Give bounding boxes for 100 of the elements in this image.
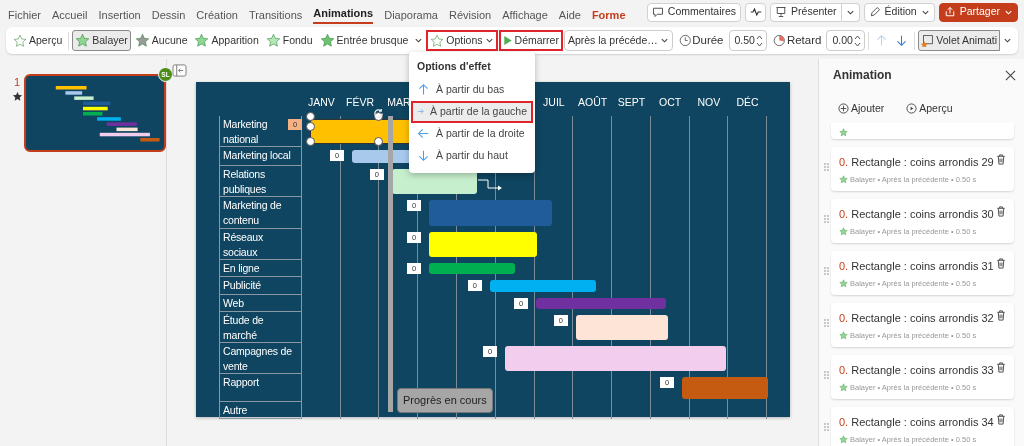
delay-label: Retard xyxy=(786,32,822,48)
present-button[interactable]: Présenter xyxy=(770,2,842,22)
ribbon-tab[interactable]: Affichage xyxy=(502,5,548,24)
trash-icon[interactable] xyxy=(996,362,1006,373)
collapse-panel-icon[interactable] xyxy=(172,64,187,77)
animation-item-title: 0. Rectangle : coins arrondis 30 xyxy=(839,207,994,222)
star-preview-icon xyxy=(13,33,27,48)
star-icon xyxy=(11,90,23,102)
month-label: OCT xyxy=(659,96,682,108)
trash-icon[interactable] xyxy=(996,258,1006,269)
ribbon-tab[interactable]: Insertion xyxy=(98,5,141,24)
spinner-arrows-icon xyxy=(854,33,862,48)
resize-handle[interactable] xyxy=(374,137,384,146)
share-button[interactable]: Partager xyxy=(938,2,1018,22)
month-label: FÉVR xyxy=(346,96,375,108)
preview-button[interactable]: Aperçu xyxy=(10,30,66,51)
ribbon-tab[interactable]: Animations xyxy=(313,3,374,24)
task-label: Rapport xyxy=(219,374,302,402)
comments-button[interactable]: Commentaires xyxy=(646,2,742,22)
resize-handle[interactable] xyxy=(374,112,384,121)
drag-handle-icon[interactable] xyxy=(824,319,829,327)
connector-arrow xyxy=(478,179,504,191)
month-label: AOÛT xyxy=(578,96,608,108)
drag-handle-icon[interactable] xyxy=(824,267,829,275)
preview-button[interactable]: Aperçu xyxy=(903,98,956,119)
ribbon-tab[interactable]: Révision xyxy=(449,5,492,24)
star-icon xyxy=(839,330,848,340)
animation-item-title: 0. Rectangle : coins arrondis 32 xyxy=(839,311,994,326)
start-timing-dropdown[interactable]: Après la précéde… xyxy=(563,30,673,51)
star-icon xyxy=(839,174,848,184)
start-button[interactable]: Démarrer xyxy=(498,30,563,51)
animation-effect[interactable]: Fondu xyxy=(262,30,316,51)
comment-icon xyxy=(651,6,664,18)
chevron-down-icon xyxy=(484,36,494,45)
animation-effect[interactable]: Entrée brusque xyxy=(316,30,412,51)
ribbon-tab[interactable]: Transitions xyxy=(248,5,303,24)
animation-item-title: 0. Rectangle : coins arrondis 34 xyxy=(839,415,994,430)
month-label: JUIL xyxy=(543,96,565,108)
effect-options-button[interactable]: Options xyxy=(426,30,498,51)
trash-icon[interactable] xyxy=(996,414,1006,425)
trash-icon[interactable] xyxy=(996,310,1006,321)
drag-handle-icon[interactable] xyxy=(824,163,829,171)
ribbon-tab[interactable]: Fichier xyxy=(8,5,41,24)
duration-label: Durée xyxy=(692,32,724,48)
drag-handle-icon[interactable] xyxy=(824,215,829,223)
chevron-down-icon xyxy=(659,36,669,45)
task-label: En ligne xyxy=(219,260,302,277)
delay-field[interactable]: 0.00 xyxy=(826,30,866,51)
trash-icon[interactable] xyxy=(996,206,1006,217)
play-icon xyxy=(502,35,513,46)
menu-item[interactable]: À partir du haut xyxy=(411,144,533,167)
animation-effect[interactable]: Apparition xyxy=(191,30,262,51)
animation-item-title: 0. Rectangle : coins arrondis 31 xyxy=(839,259,994,274)
share-icon xyxy=(943,6,956,18)
add-animation-button[interactable]: Ajouter xyxy=(835,98,888,119)
menu-item[interactable]: À partir de la gauche xyxy=(411,100,533,123)
ribbon-tab[interactable]: Forme xyxy=(591,5,626,24)
ribbon-tab[interactable]: Dessin xyxy=(151,5,186,24)
ribbon-tab[interactable]: Diaporama xyxy=(384,5,438,24)
arrow-down-icon xyxy=(417,149,430,163)
rotate-handle-icon[interactable] xyxy=(373,108,385,119)
editing-mode-button[interactable]: Édition xyxy=(863,2,935,22)
duration-field[interactable]: 0.50 xyxy=(728,30,768,51)
drag-handle-icon[interactable] xyxy=(824,423,829,431)
drag-handle-icon[interactable] xyxy=(824,371,829,379)
star-icon xyxy=(194,33,210,48)
month-label: DÉC xyxy=(736,96,759,108)
animation-effect[interactable]: Aucune xyxy=(131,30,191,51)
arrow-up-icon xyxy=(417,83,430,97)
trash-icon[interactable] xyxy=(996,154,1006,165)
task-label: Campagnes de vente xyxy=(219,343,302,374)
menu-item[interactable]: À partir de la droite xyxy=(411,122,533,145)
star-icon xyxy=(839,226,848,236)
clock-icon xyxy=(678,34,692,47)
menu-item[interactable]: À partir du bas xyxy=(411,78,533,101)
star-icon xyxy=(839,278,848,288)
task-label: Réseaux sociaux xyxy=(219,229,302,260)
star-icon xyxy=(75,33,91,48)
task-label: Marketing de contenu xyxy=(219,197,302,229)
month-label: NOV xyxy=(697,96,721,108)
presentation-icon xyxy=(775,6,788,18)
ribbon-tab[interactable]: Accueil xyxy=(52,5,88,24)
animation-item-title: 0. Rectangle : coins arrondis 33 xyxy=(839,363,994,378)
spinner-arrows-icon xyxy=(756,33,764,48)
ribbon-tab[interactable]: Aide xyxy=(558,5,581,24)
star-icon xyxy=(265,33,281,48)
task-bar[interactable] xyxy=(575,315,669,340)
arrow-up-icon xyxy=(875,34,889,47)
pane-title: Animation xyxy=(833,67,892,84)
animation-item-title: 0. Rectangle : coins arrondis 29 xyxy=(839,155,994,170)
wave-icon xyxy=(749,8,762,16)
close-icon[interactable] xyxy=(1005,69,1016,81)
menu-title: Options d'effet xyxy=(416,59,492,74)
animation-effect[interactable]: Balayer xyxy=(72,30,131,51)
ribbon-tab[interactable]: Création xyxy=(196,5,238,24)
chevron-down-icon xyxy=(414,36,424,45)
star-icon xyxy=(839,128,848,138)
activity-button[interactable] xyxy=(745,2,767,22)
animation-pane-button[interactable]: Volet Animati xyxy=(918,30,1000,51)
star-icon xyxy=(839,434,848,444)
